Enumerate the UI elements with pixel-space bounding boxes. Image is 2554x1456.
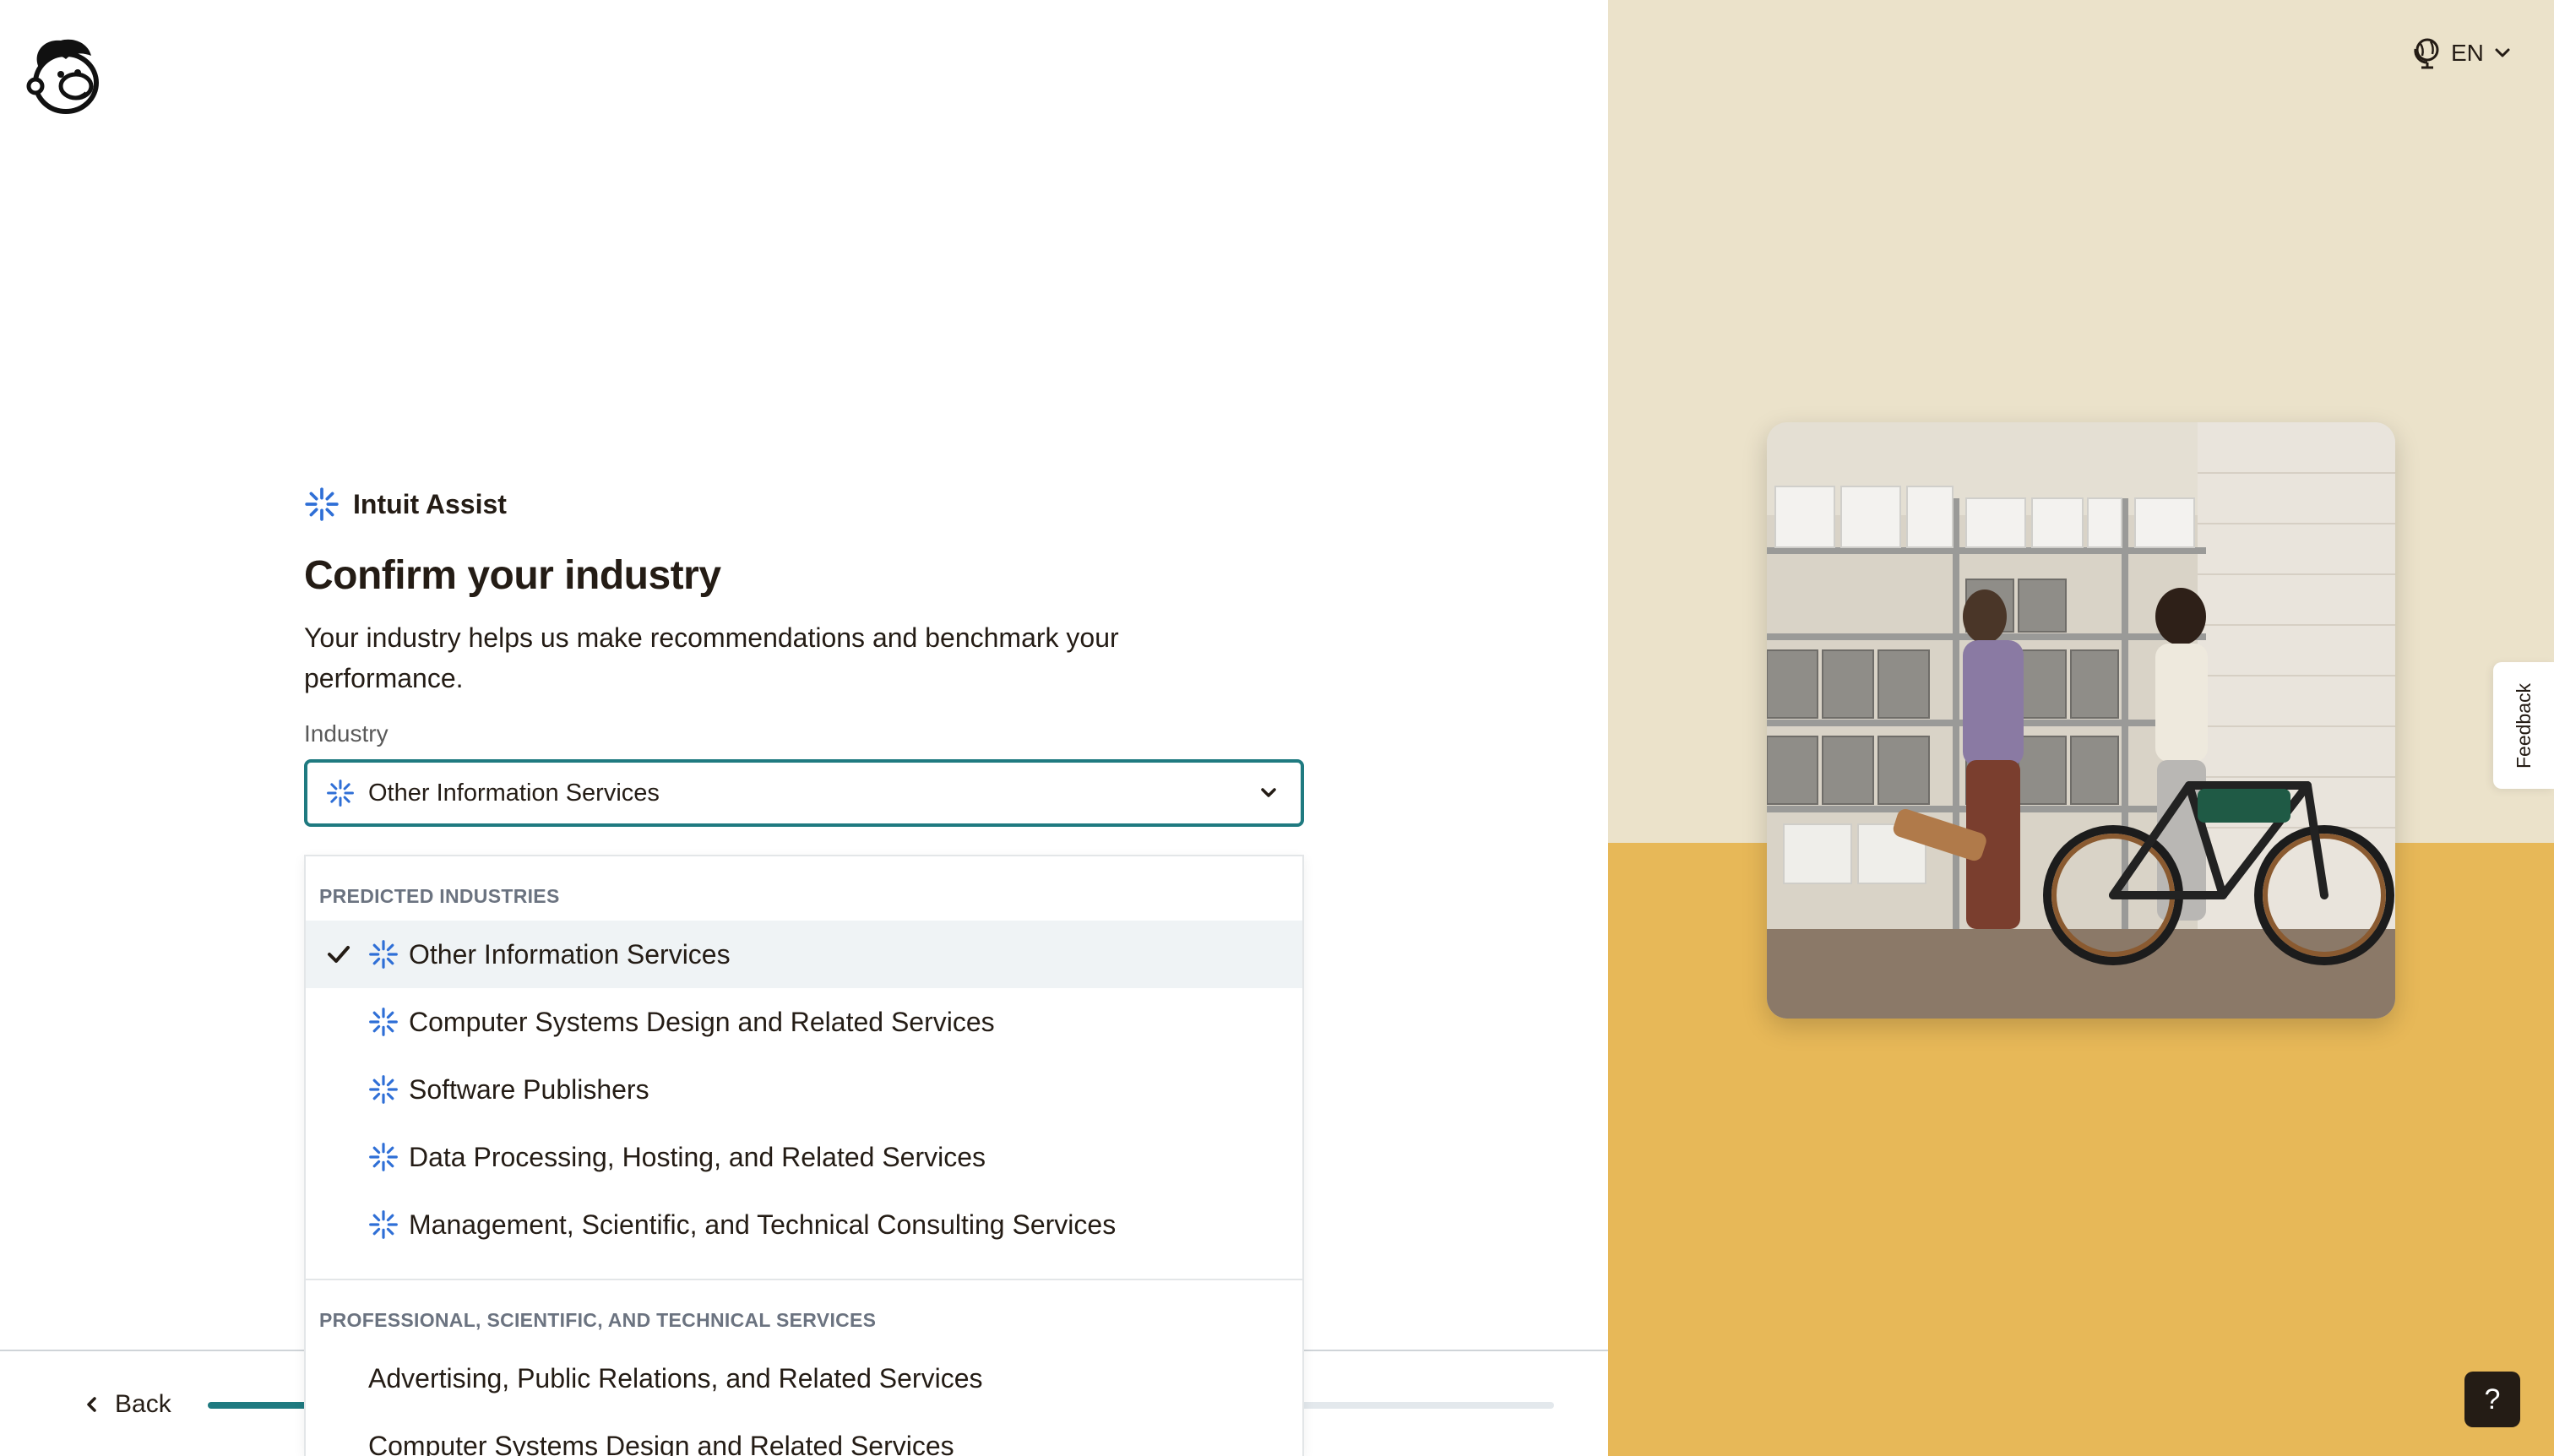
page-description: Your industry helps us make recommendati…: [304, 622, 1119, 693]
intuit-assist-header: Intuit Assist: [304, 481, 1304, 527]
back-button[interactable]: Back: [84, 1390, 171, 1419]
industry-option[interactable]: Computer Systems Design and Related Serv…: [306, 988, 1302, 1056]
industry-option-label: Computer Systems Design and Related Serv…: [409, 1006, 995, 1037]
sparkle-icon: [369, 1075, 398, 1104]
industry-form: Intuit Assist Confirm your industry Your…: [304, 481, 1304, 827]
sparkle-icon: [369, 1210, 398, 1239]
help-button[interactable]: ?: [2464, 1372, 2520, 1427]
mailchimp-logo-icon[interactable]: [24, 34, 105, 118]
industry-option-label: Management, Scientific, and Technical Co…: [409, 1209, 1117, 1240]
feedback-tab[interactable]: Feedback: [2493, 662, 2554, 789]
industry-option-label: Advertising, Public Relations, and Relat…: [368, 1362, 983, 1394]
sparkle-icon: [369, 940, 398, 969]
dropdown-group-header: PREDICTED INDUSTRIES: [319, 884, 560, 907]
industry-option[interactable]: Data Processing, Hosting, and Related Se…: [306, 1123, 1302, 1191]
industry-option[interactable]: Advertising, Public Relations, and Relat…: [306, 1345, 1302, 1412]
globe-icon: [2414, 38, 2439, 69]
sparkle-icon: [369, 1008, 398, 1036]
hero-photo: [1767, 422, 2395, 1019]
industry-field-label: Industry: [304, 720, 389, 747]
industry-option-label: Computer Systems Design and Related Serv…: [368, 1430, 954, 1456]
feedback-label: Feedback: [2512, 682, 2535, 769]
industry-dropdown-menu: PREDICTED INDUSTRIES Other Information Se…: [304, 855, 1304, 1456]
industry-option-label: Other Information Services: [409, 938, 731, 970]
chevron-left-icon: [87, 1397, 96, 1412]
sparkle-icon: [369, 1143, 398, 1171]
language-selector[interactable]: EN: [2412, 37, 2511, 69]
right-pane: EN Feedback ?: [1608, 0, 2554, 1456]
industry-option[interactable]: Software Publishers: [306, 1056, 1302, 1123]
industry-option-label: Software Publishers: [409, 1073, 649, 1105]
sparkle-icon: [327, 780, 354, 807]
assist-label: Intuit Assist: [353, 488, 507, 519]
language-label: EN: [2451, 40, 2484, 66]
industry-option[interactable]: Other Information Services: [306, 921, 1302, 988]
check-icon: [328, 946, 350, 963]
left-pane: Intuit Assist Confirm your industry Your…: [0, 0, 1608, 1456]
sparkle-icon: [305, 487, 339, 521]
industry-option[interactable]: Computer Systems Design and Related Serv…: [306, 1412, 1302, 1456]
industry-select-value: Other Information Services: [368, 779, 660, 807]
chevron-down-icon[interactable]: [1258, 783, 1279, 803]
page-title: Confirm your industry: [304, 553, 721, 598]
back-label: Back: [115, 1390, 171, 1418]
chevron-down-icon: [2495, 48, 2510, 57]
help-icon: ?: [2484, 1383, 2501, 1415]
industry-select[interactable]: Other Information Services: [304, 759, 1304, 827]
dropdown-group-header: PROFESSIONAL, SCIENTIFIC, AND TECHNICAL …: [319, 1308, 877, 1331]
industry-option-label: Data Processing, Hosting, and Related Se…: [409, 1141, 986, 1172]
industry-option[interactable]: Management, Scientific, and Technical Co…: [306, 1191, 1302, 1258]
